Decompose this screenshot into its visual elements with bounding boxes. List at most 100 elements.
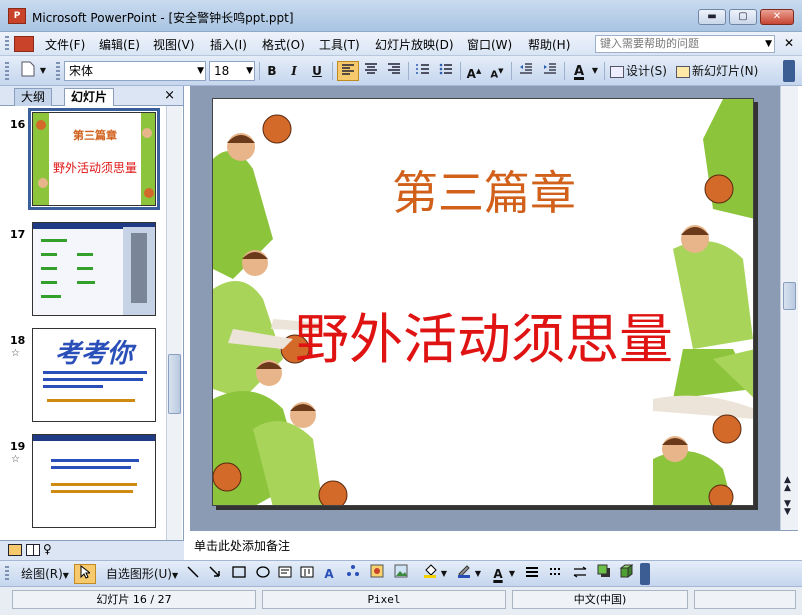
design-button[interactable]: 设计(S) — [610, 61, 672, 81]
chevron-down-icon[interactable]: ▼ — [197, 62, 204, 80]
menu-tools[interactable]: 工具(T) — [319, 36, 360, 53]
oval-icon[interactable] — [254, 564, 272, 584]
font-size-select[interactable]: 18 ▼ — [209, 61, 255, 81]
chevron-down-icon[interactable]: ▼ — [246, 62, 253, 80]
close-document-button[interactable]: ✕ — [784, 36, 794, 50]
slide-number: 18 — [10, 334, 26, 347]
align-left-icon[interactable] — [337, 61, 359, 81]
close-window-button[interactable]: ✕ — [760, 9, 794, 25]
increase-font-icon[interactable]: A▲ — [464, 61, 484, 81]
line-icon[interactable] — [184, 564, 202, 584]
chevron-down-icon[interactable]: ▼ — [38, 61, 48, 81]
menubar-grip[interactable] — [5, 36, 9, 52]
arrow-icon[interactable] — [206, 564, 224, 584]
decrease-font-icon[interactable]: A▼ — [487, 61, 507, 81]
tab-slides[interactable]: 幻灯片 — [64, 88, 115, 106]
diagram-icon[interactable] — [344, 564, 362, 584]
slideshow-view-icon[interactable]: ♀ — [43, 542, 52, 556]
slide-thumbnail-19[interactable] — [32, 434, 156, 528]
fill-color-icon[interactable] — [420, 564, 440, 584]
maximize-button[interactable]: ▢ — [729, 9, 757, 25]
document-icon[interactable] — [14, 36, 34, 52]
textbox-icon[interactable] — [276, 564, 294, 584]
bold-button[interactable]: B — [263, 61, 281, 81]
previous-slide-button[interactable]: ▲ ▲ — [784, 476, 791, 493]
numbered-list-icon[interactable] — [413, 61, 433, 81]
toolbar-grip[interactable] — [5, 62, 9, 80]
chevron-down-icon[interactable]: ▼ — [590, 61, 600, 81]
notes-pane[interactable]: 单击此处添加备注 — [190, 530, 798, 560]
toolbar-grip[interactable] — [56, 62, 60, 80]
menu-window[interactable]: 窗口(W) — [467, 36, 512, 53]
scroll-thumb[interactable] — [783, 282, 796, 310]
arrow-style-icon[interactable] — [570, 564, 590, 584]
rectangle-icon[interactable] — [230, 564, 248, 584]
current-slide[interactable]: 第三篇章 野外活动须思量 — [212, 98, 754, 506]
menu-format[interactable]: 格式(O) — [262, 36, 305, 53]
view-buttons-bar: ♀ — [0, 540, 184, 560]
slide-title[interactable]: 第三篇章 — [213, 157, 753, 223]
thumbnails-scrollbar[interactable] — [166, 106, 182, 542]
new-slide-button[interactable]: 新幻灯片(N) — [676, 61, 768, 81]
shadow-style-icon[interactable] — [594, 564, 614, 584]
menu-insert[interactable]: 插入(I) — [210, 36, 247, 53]
toolbar-options-icon[interactable] — [783, 60, 795, 82]
slide-indicator: 幻灯片 16 / 27 — [12, 590, 256, 609]
italic-button[interactable]: I — [285, 61, 303, 81]
design-icon — [610, 65, 624, 78]
menu-slideshow[interactable]: 幻灯片放映(D) — [375, 36, 454, 53]
chevron-down-icon[interactable]: ▼ — [508, 564, 516, 584]
slide-subtitle[interactable]: 野外活动须思量 — [213, 295, 753, 374]
clipart-icon[interactable] — [368, 564, 386, 584]
draw-menu-button[interactable]: 绘图(R)▼ — [18, 564, 72, 584]
align-center-icon[interactable] — [361, 61, 381, 81]
menu-help[interactable]: 帮助(H) — [528, 36, 570, 53]
menu-view[interactable]: 视图(V) — [153, 36, 195, 53]
menu-file[interactable]: 文件(F) — [45, 36, 85, 53]
line-style-icon[interactable] — [522, 564, 542, 584]
separator — [460, 62, 461, 80]
powerpoint-app-icon[interactable]: P — [8, 8, 26, 24]
draw-label: 绘图(R) — [21, 567, 63, 581]
insert-picture-icon[interactable] — [392, 564, 410, 584]
wordart-icon[interactable]: A — [320, 564, 338, 584]
dash-style-icon[interactable] — [546, 564, 566, 584]
chevron-down-icon[interactable]: ▼ — [440, 564, 448, 584]
next-slide-button[interactable]: ▼ ▼ — [784, 500, 791, 517]
normal-view-icon[interactable] — [8, 544, 22, 556]
underline-button[interactable]: U — [308, 61, 326, 81]
autoshapes-label: 自选图形(U) — [105, 567, 172, 581]
slide-thumbnail-18[interactable]: 考考你 — [32, 328, 156, 422]
minimize-button[interactable]: ▬ — [698, 9, 726, 25]
slide-thumbnail-17[interactable] — [32, 222, 156, 316]
window-title: Microsoft PowerPoint - [安全警钟长鸣ppt.ppt] — [32, 11, 294, 25]
chevron-down-icon[interactable]: ▼ — [765, 37, 772, 51]
tab-outline[interactable]: 大纲 — [14, 88, 53, 106]
toolbar-options-icon[interactable] — [640, 563, 650, 585]
slide-scrollbar[interactable]: ▲ ▲ ▼ ▼ — [780, 86, 798, 530]
vertical-textbox-icon[interactable] — [298, 564, 316, 584]
select-objects-icon[interactable] — [74, 564, 96, 584]
line-color-icon[interactable] — [454, 564, 474, 584]
close-pane-button[interactable]: × — [164, 88, 175, 103]
separator — [408, 62, 409, 80]
new-document-icon[interactable] — [18, 61, 38, 81]
status-extra — [694, 590, 796, 609]
font-name-select[interactable]: 宋体 ▼ — [64, 61, 206, 81]
font-size-value: 18 — [214, 64, 230, 78]
toolbar-grip[interactable] — [5, 566, 9, 582]
menu-edit[interactable]: 编辑(E) — [99, 36, 140, 53]
slide-sorter-view-icon[interactable] — [26, 544, 40, 556]
font-color-icon[interactable]: A — [568, 61, 590, 81]
chevron-down-icon[interactable]: ▼ — [474, 564, 482, 584]
scroll-thumb[interactable] — [168, 354, 181, 414]
increase-indent-icon[interactable] — [540, 61, 560, 81]
align-right-icon[interactable] — [384, 61, 404, 81]
text-color-icon[interactable]: A — [488, 564, 508, 584]
3d-style-icon[interactable] — [616, 564, 636, 584]
autoshapes-menu-button[interactable]: 自选图形(U)▼ — [104, 564, 180, 584]
help-search-input[interactable]: 键入需要帮助的问题 ▼ — [595, 35, 775, 53]
slide-thumbnail-16[interactable]: 第三篇章 野外活动须思量 — [28, 108, 160, 210]
decrease-indent-icon[interactable] — [516, 61, 536, 81]
bulleted-list-icon[interactable] — [436, 61, 456, 81]
